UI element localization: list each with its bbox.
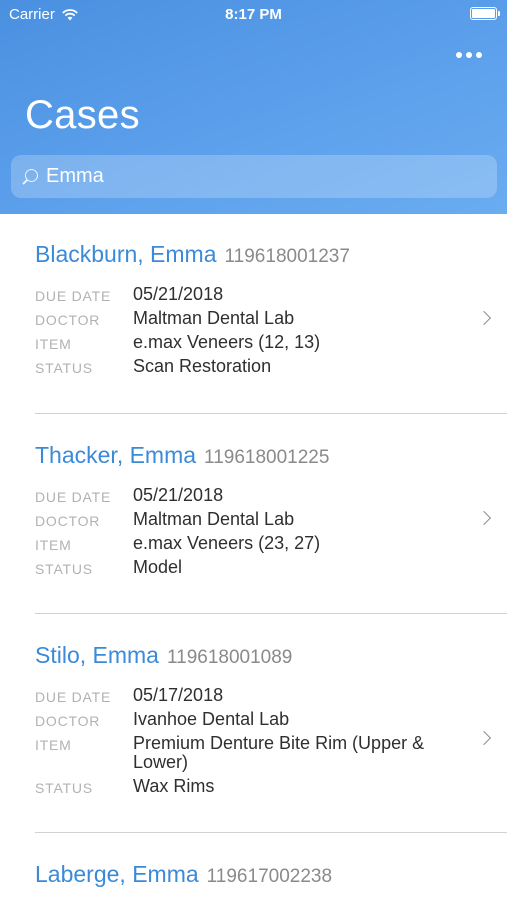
case-number: 119618001089 bbox=[166, 647, 293, 668]
case-number: 119618001225 bbox=[204, 447, 330, 468]
status-value: Scan Restoration bbox=[133, 356, 272, 376]
item-value: e.max Veneers (23, 27) bbox=[133, 533, 321, 553]
status-label: STATUS bbox=[35, 780, 93, 796]
page-title: Cases bbox=[25, 93, 140, 137]
case-list-item[interactable]: Thacker, Emma 119618001225 DUE DATE 05/2… bbox=[35, 442, 507, 612]
chevron-right-icon bbox=[476, 310, 492, 326]
battery-icon bbox=[470, 7, 500, 20]
item-label: ITEM bbox=[35, 537, 72, 553]
more-dot-icon bbox=[456, 52, 462, 58]
due-date-label: DUE DATE bbox=[35, 288, 112, 304]
item-label: ITEM bbox=[35, 737, 72, 753]
more-dot-icon bbox=[476, 52, 482, 58]
due-date-value: 05/17/2018 bbox=[133, 685, 224, 705]
navigation-header: Carrier 8:17 PM Cases bbox=[0, 0, 507, 214]
patient-name: Laberge, Emma bbox=[35, 861, 199, 887]
patient-name: Thacker, Emma bbox=[35, 442, 197, 468]
doctor-value: Maltman Dental Lab bbox=[133, 509, 295, 529]
row-separator bbox=[35, 413, 507, 414]
status-time: 8:17 PM bbox=[225, 6, 282, 23]
doctor-value: Maltman Dental Lab bbox=[133, 308, 295, 328]
search-bar[interactable] bbox=[11, 155, 497, 198]
item-label: ITEM bbox=[35, 336, 72, 352]
more-dot-icon bbox=[466, 52, 472, 58]
status-value: Model bbox=[133, 557, 183, 577]
row-separator bbox=[35, 832, 507, 833]
doctor-label: DOCTOR bbox=[35, 513, 101, 529]
more-options-button[interactable] bbox=[451, 44, 487, 66]
search-icon bbox=[21, 168, 39, 186]
case-list-item[interactable]: Laberge, Emma 119617002238 bbox=[35, 861, 507, 901]
item-value: Premium Denture Bite Rim (Upper & Lower) bbox=[133, 733, 425, 772]
case-number: 119618001237 bbox=[224, 246, 350, 267]
status-label: STATUS bbox=[35, 561, 93, 577]
doctor-label: DOCTOR bbox=[35, 312, 101, 328]
status-value: Wax Rims bbox=[133, 776, 215, 796]
chevron-right-icon bbox=[476, 730, 492, 746]
due-date-label: DUE DATE bbox=[35, 489, 112, 505]
status-label: STATUS bbox=[35, 360, 93, 376]
row-separator bbox=[35, 613, 507, 614]
due-date-value: 05/21/2018 bbox=[133, 485, 224, 505]
search-input[interactable] bbox=[46, 165, 466, 188]
patient-name: Stilo, Emma bbox=[35, 642, 159, 668]
case-number: 119617002238 bbox=[206, 866, 333, 887]
doctor-value: Ivanhoe Dental Lab bbox=[133, 709, 290, 729]
patient-name: Blackburn, Emma bbox=[35, 241, 217, 267]
due-date-value: 05/21/2018 bbox=[133, 284, 224, 304]
case-list-item[interactable]: Blackburn, Emma 119618001237 DUE DATE 05… bbox=[35, 241, 507, 411]
case-list-item[interactable]: Stilo, Emma 119618001089 DUE DATE 05/17/… bbox=[35, 642, 507, 832]
due-date-label: DUE DATE bbox=[35, 689, 112, 705]
chevron-right-icon bbox=[476, 510, 492, 526]
doctor-label: DOCTOR bbox=[35, 713, 101, 729]
status-bar: Carrier 8:17 PM bbox=[0, 0, 507, 30]
item-value: e.max Veneers (12, 13) bbox=[133, 332, 321, 352]
